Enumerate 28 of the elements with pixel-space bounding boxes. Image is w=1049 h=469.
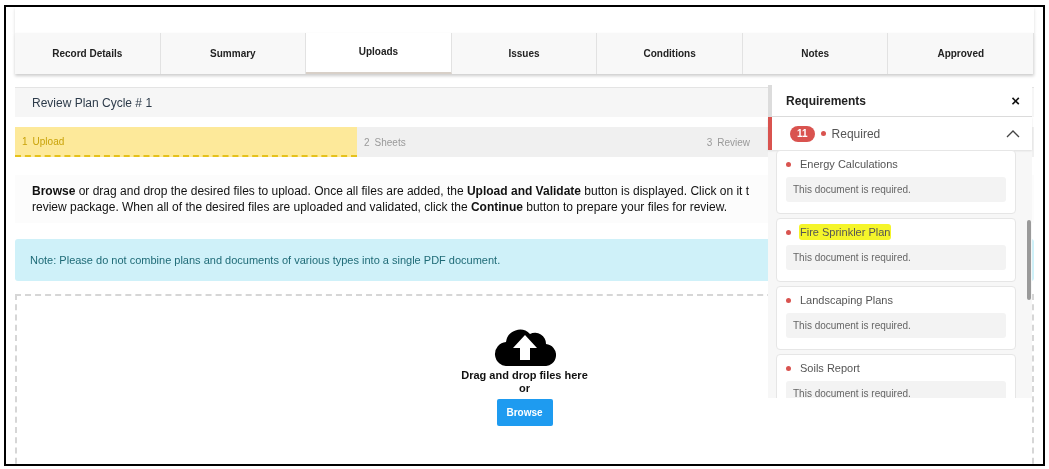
tab[interactable]: Record Details [15, 33, 161, 74]
requirement-name: Fire Sprinkler Plan [799, 223, 892, 241]
tab[interactable]: Approved [888, 33, 1035, 74]
note-text: Note: Please do not combine plans and documents of various types into a single PDF document. [30, 252, 501, 268]
requirement-card[interactable]: Fire Sprinkler Plan This document is required. [776, 218, 1016, 282]
panel-title: Requirements [786, 92, 867, 110]
tab[interactable]: Notes [742, 33, 889, 74]
tab[interactable]: Issues [451, 33, 598, 74]
count-badge: 11 [790, 125, 815, 142]
requirement-message: This document is required. [786, 245, 1006, 270]
requirement-name: Soils Report [799, 360, 861, 376]
instruction-text: Browse or drag and drop the desired files to upload. Once all files are added, the Upload and Validate button is displayed. Click on it t [32, 183, 750, 199]
requirement-name: Energy Calculations [799, 156, 899, 172]
requirement-message: This document is required. [786, 313, 1006, 338]
drop-text: Drag and drop files here [461, 368, 588, 382]
required-group-header[interactable]: 11 Required [768, 117, 1032, 150]
tab[interactable]: Conditions [597, 33, 743, 74]
requirement-card[interactable]: Landscaping Plans This document is required. [776, 286, 1016, 350]
requirement-message: This document is required. [786, 177, 1006, 202]
or-text: or [519, 382, 530, 395]
requirement-name: Landscaping Plans [799, 292, 894, 308]
section-title: Review Plan Cycle # 1 [32, 94, 153, 112]
tab[interactable]: Uploads [306, 33, 452, 74]
requirement-card[interactable]: Energy Calculations This document is required. [776, 150, 1016, 214]
scrollbar[interactable] [1027, 220, 1031, 300]
group-label: Required [831, 125, 881, 143]
instruction-text: review package. When all of the desired files are uploaded and validated, click the Continue button to prepare your files for review. [32, 199, 728, 215]
close-button[interactable]: × [1011, 93, 1020, 108]
